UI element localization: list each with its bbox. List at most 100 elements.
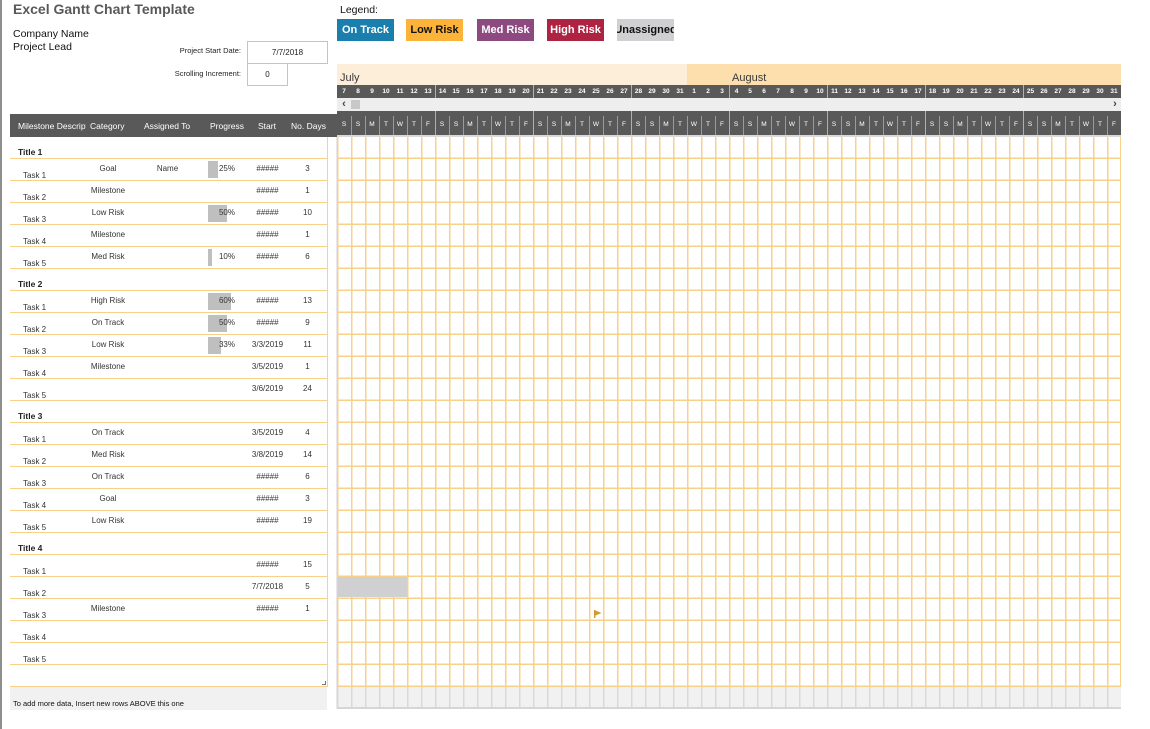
task-name-cell[interactable]: Task 5 xyxy=(23,391,46,400)
start-date-cell[interactable]: ##### xyxy=(246,560,289,569)
task-name-cell[interactable]: Task 4 xyxy=(23,633,46,642)
category-cell[interactable]: Milestone xyxy=(86,230,130,239)
task-name-cell[interactable]: Task 2 xyxy=(23,457,46,466)
insert-row-placeholder[interactable] xyxy=(10,665,327,687)
task-name-cell[interactable]: Task 1 xyxy=(23,435,46,444)
resize-handle-icon[interactable] xyxy=(322,681,326,685)
task-name-cell[interactable]: Task 4 xyxy=(23,501,46,510)
task-row[interactable]: Task 1 On Track 3/5/2019 4 xyxy=(10,423,327,445)
task-name-cell[interactable]: Task 3 xyxy=(23,215,46,224)
task-row[interactable]: Task 2 Milestone ##### 1 xyxy=(10,181,327,203)
section-title[interactable]: Title 3 xyxy=(18,411,42,421)
task-row[interactable]: Task 5 3/6/2019 24 xyxy=(10,379,327,401)
no-days-cell[interactable]: 4 xyxy=(288,428,327,437)
no-days-cell[interactable]: 3 xyxy=(288,494,327,503)
section-title-row[interactable]: Title 3 xyxy=(10,401,327,423)
category-cell[interactable]: Low Risk xyxy=(86,516,130,525)
task-row[interactable]: Task 5 xyxy=(10,643,327,665)
task-name-cell[interactable]: Task 1 xyxy=(23,303,46,312)
no-days-cell[interactable]: 6 xyxy=(288,472,327,481)
category-cell[interactable]: Med Risk xyxy=(86,450,130,459)
task-row[interactable]: Task 3 Milestone ##### 1 xyxy=(10,599,327,621)
task-row[interactable]: Task 1 High Risk 60% ##### 13 xyxy=(10,291,327,313)
scroll-right-button[interactable]: › xyxy=(1109,98,1121,111)
no-days-cell[interactable]: 6 xyxy=(288,252,327,261)
progress-cell[interactable]: 25% xyxy=(205,164,235,173)
task-row[interactable]: Task 2 On Track 50% ##### 9 xyxy=(10,313,327,335)
start-date-cell[interactable]: 3/3/2019 xyxy=(246,340,289,349)
task-row[interactable]: Task 4 Goal ##### 3 xyxy=(10,489,327,511)
start-date-cell[interactable]: 3/5/2019 xyxy=(246,428,289,437)
company-name[interactable]: Company Name xyxy=(13,28,89,40)
no-days-cell[interactable]: 5 xyxy=(288,582,327,591)
section-title[interactable]: Title 1 xyxy=(18,147,42,157)
category-cell[interactable]: High Risk xyxy=(86,296,130,305)
task-row[interactable]: Task 3 Low Risk 33% 3/3/2019 11 xyxy=(10,335,327,357)
category-cell[interactable]: Milestone xyxy=(86,186,130,195)
start-date-cell[interactable]: ##### xyxy=(246,494,289,503)
start-date-cell[interactable]: ##### xyxy=(246,604,289,613)
project-lead[interactable]: Project Lead xyxy=(13,41,72,53)
scrolling-increment-input[interactable]: 0 xyxy=(247,63,288,86)
no-days-cell[interactable]: 11 xyxy=(288,340,327,349)
no-days-cell[interactable]: 9 xyxy=(288,318,327,327)
task-row[interactable]: Task 5 Low Risk ##### 19 xyxy=(10,511,327,533)
no-days-cell[interactable]: 13 xyxy=(288,296,327,305)
category-cell[interactable]: Med Risk xyxy=(86,252,130,261)
task-name-cell[interactable]: Task 5 xyxy=(23,259,46,268)
section-title[interactable]: Title 4 xyxy=(18,543,42,553)
start-date-cell[interactable]: ##### xyxy=(246,516,289,525)
start-date-cell[interactable]: ##### xyxy=(246,208,289,217)
scroll-left-button[interactable]: ‹ xyxy=(338,98,350,111)
category-cell[interactable]: Low Risk xyxy=(86,208,130,217)
task-name-cell[interactable]: Task 4 xyxy=(23,369,46,378)
start-date-cell[interactable]: ##### xyxy=(246,230,289,239)
gantt-grid[interactable] xyxy=(337,137,1121,687)
start-date-cell[interactable]: ##### xyxy=(246,252,289,261)
start-date-cell[interactable]: ##### xyxy=(246,318,289,327)
category-cell[interactable]: Goal xyxy=(86,164,130,173)
start-date-cell[interactable]: ##### xyxy=(246,472,289,481)
task-name-cell[interactable]: Task 2 xyxy=(23,325,46,334)
no-days-cell[interactable]: 14 xyxy=(288,450,327,459)
category-cell[interactable]: On Track xyxy=(86,472,130,481)
task-name-cell[interactable]: Task 2 xyxy=(23,589,46,598)
progress-cell[interactable]: 50% xyxy=(205,208,235,217)
progress-cell[interactable]: 50% xyxy=(205,318,235,327)
task-name-cell[interactable]: Task 3 xyxy=(23,479,46,488)
progress-cell[interactable]: 10% xyxy=(205,252,235,261)
task-name-cell[interactable]: Task 1 xyxy=(23,567,46,576)
category-cell[interactable]: Low Risk xyxy=(86,340,130,349)
category-cell[interactable]: Milestone xyxy=(86,362,130,371)
task-row[interactable]: Task 4 Milestone 3/5/2019 1 xyxy=(10,357,327,379)
gantt-task-bar[interactable] xyxy=(338,577,407,597)
column-header-assigned-to[interactable]: Assigned To xyxy=(144,121,190,131)
task-row[interactable]: Task 5 Med Risk 10% ##### 6 xyxy=(10,247,327,269)
progress-cell[interactable]: 60% xyxy=(205,296,235,305)
column-header-progress[interactable]: Progress xyxy=(210,121,244,131)
category-cell[interactable]: On Track xyxy=(86,428,130,437)
task-name-cell[interactable]: Task 5 xyxy=(23,655,46,664)
no-days-cell[interactable]: 19 xyxy=(288,516,327,525)
task-name-cell[interactable]: Task 1 xyxy=(23,171,46,180)
task-row[interactable]: Task 4 Milestone ##### 1 xyxy=(10,225,327,247)
column-header-category[interactable]: Category xyxy=(90,121,125,131)
start-date-cell[interactable]: 3/6/2019 xyxy=(246,384,289,393)
task-name-cell[interactable]: Task 3 xyxy=(23,611,46,620)
category-cell[interactable]: Goal xyxy=(86,494,130,503)
timeline-scrollbar[interactable]: ‹ › xyxy=(337,98,1121,111)
section-title-row[interactable]: Title 1 xyxy=(10,137,327,159)
project-start-date-input[interactable]: 7/7/2018 xyxy=(247,41,328,64)
column-header-start[interactable]: Start xyxy=(258,121,276,131)
start-date-cell[interactable]: 3/5/2019 xyxy=(246,362,289,371)
task-name-cell[interactable]: Task 2 xyxy=(23,193,46,202)
scroll-thumb[interactable] xyxy=(351,100,360,109)
no-days-cell[interactable]: 15 xyxy=(288,560,327,569)
task-name-cell[interactable]: Task 4 xyxy=(23,237,46,246)
task-row[interactable]: Task 2 Med Risk 3/8/2019 14 xyxy=(10,445,327,467)
task-row[interactable]: Task 2 7/7/2018 5 xyxy=(10,577,327,599)
no-days-cell[interactable]: 10 xyxy=(288,208,327,217)
assigned-to-cell[interactable]: Name xyxy=(130,164,205,173)
progress-cell[interactable]: 33% xyxy=(205,340,235,349)
start-date-cell[interactable]: 7/7/2018 xyxy=(246,582,289,591)
